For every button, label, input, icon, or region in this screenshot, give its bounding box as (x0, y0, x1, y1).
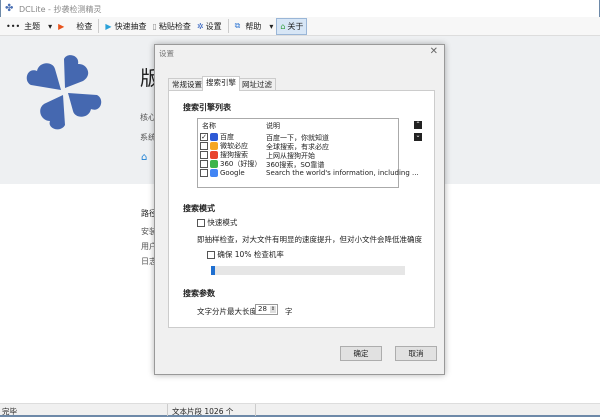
mode-description: 即抽样检查，对大文件有明显的速度提升，但对小文件会降低准确度 (197, 235, 422, 244)
max-length-label: 文字分片最大长度 (197, 307, 257, 316)
slider-thumb[interactable] (211, 266, 215, 275)
spin-icon[interactable]: ⇕ (270, 306, 276, 313)
toolbar: ••• 主题 ▾ ▶ 检查 ▶ 快速抽查 ▯ 粘贴检查 ✲ 设置 ⧉ 帮助 ▾ ⌂ 关于 (0, 17, 600, 36)
engine-icon (210, 159, 218, 168)
engine-checkbox[interactable] (200, 168, 208, 177)
engine-row[interactable]: 360（好搜） (200, 159, 261, 168)
fragment-count: 文本片段 1026 个 (172, 407, 234, 416)
tab-url-filter[interactable]: 网址过滤 (238, 78, 276, 90)
value: 28 (258, 305, 267, 313)
label: 帮助 (245, 21, 262, 31)
unit-label: 字 (285, 307, 293, 316)
about-button[interactable]: ⌂ 关于 (276, 17, 308, 35)
gear-icon: ✲ (196, 21, 204, 31)
divider (167, 404, 168, 416)
engine-desc: Search the world's information, includin… (266, 169, 419, 177)
home-icon[interactable]: ⌂ (141, 152, 147, 163)
section-title: 搜索参数 (183, 289, 215, 298)
move-up-button[interactable]: ⌃ (414, 121, 422, 129)
move-down-button[interactable]: ⌄ (414, 133, 422, 141)
quick-check-button[interactable]: ▶ 快速抽查 (102, 18, 149, 35)
engine-name: Google (220, 168, 245, 177)
settings-button[interactable]: ✲ 设置 (194, 18, 225, 35)
help-icon: ⧉ (234, 21, 241, 30)
divider (98, 19, 100, 33)
engine-icon (210, 150, 218, 159)
menu-dots-icon: ••• (6, 21, 21, 31)
paste-icon: ▯ (152, 21, 157, 31)
engine-list[interactable]: 名称 说明 ✓ 百度 百度一下，你就知道 微软必应 全球搜索，有求必应 搜狗搜索… (197, 118, 419, 188)
home-icon: ⌂ (280, 21, 286, 31)
cancel-button[interactable]: 取消 (395, 346, 437, 361)
section-title: 搜索模式 (183, 204, 215, 213)
status-text: 完毕 (2, 407, 17, 416)
theme-menu-button[interactable]: ••• 主题 ▾ (3, 18, 55, 35)
label: 关于 (287, 21, 304, 31)
chevron-down-icon[interactable]: ▾ (48, 22, 52, 31)
label: 快速模式 (207, 218, 238, 227)
label: 设置 (205, 21, 222, 31)
engine-checkbox[interactable] (200, 141, 208, 150)
window-title: DCLite - 抄袭检测精灵 (19, 5, 102, 14)
sample-rate-slider[interactable] (211, 266, 405, 275)
tab-general[interactable]: 常规设置 (168, 78, 206, 90)
engine-icon (210, 168, 218, 177)
divider (227, 19, 229, 33)
engine-checkbox[interactable] (200, 159, 208, 168)
engine-checkbox[interactable] (200, 150, 208, 159)
label: 粘贴检查 (158, 21, 191, 31)
app-logo-icon: ✤ (5, 3, 14, 14)
help-button[interactable]: ⧉ 帮助 ▾ (232, 18, 277, 35)
label: 快速抽查 (114, 21, 147, 31)
dialog-title: 设置 (159, 49, 174, 58)
divider (255, 404, 256, 416)
ok-button[interactable]: 确定 (340, 346, 382, 361)
engine-name: 360（好搜） (220, 159, 262, 168)
column-header-desc[interactable]: 说明 (266, 121, 280, 131)
engine-checkbox[interactable]: ✓ (200, 132, 208, 141)
check-button[interactable]: ▶ 检查 (55, 18, 95, 35)
label: 检查 (76, 21, 93, 31)
tab-search-engines[interactable]: 搜索引擎 (202, 76, 240, 91)
ensure-rate-checkbox[interactable]: 确保 10% 检查机率 (207, 249, 284, 260)
label: 主题 (24, 21, 41, 31)
column-header-name[interactable]: 名称 (202, 121, 216, 131)
fast-mode-checkbox[interactable]: 快速模式 (197, 217, 237, 228)
settings-dialog: 设置 ✕ 常规设置 搜索引擎 网址过滤 搜索引擎列表 名称 说明 ✓ 百度 百度… (154, 44, 445, 375)
search-engine-panel: 搜索引擎列表 名称 说明 ✓ 百度 百度一下，你就知道 微软必应 全球搜索，有求… (168, 90, 435, 328)
play-icon: ▶ (105, 21, 112, 31)
chevron-down-icon[interactable]: ▾ (269, 22, 273, 31)
play-icon: ▶ (58, 21, 65, 31)
label: 确保 10% 检查机率 (217, 250, 284, 259)
max-length-stepper[interactable]: 28 ⇕ (255, 304, 278, 315)
engine-row[interactable]: Google (200, 168, 245, 177)
title-bar: ✤ DCLite - 抄袭检测精灵 (0, 0, 600, 17)
status-bar: 完毕 文本片段 1026 个 (0, 403, 600, 417)
close-icon[interactable]: ✕ (430, 46, 438, 57)
section-title: 搜索引擎列表 (183, 103, 231, 112)
clover-logo-icon (26, 55, 102, 130)
engine-icon (210, 132, 218, 141)
engine-icon (210, 141, 218, 150)
paste-check-button[interactable]: ▯ 粘贴检查 (149, 18, 193, 35)
